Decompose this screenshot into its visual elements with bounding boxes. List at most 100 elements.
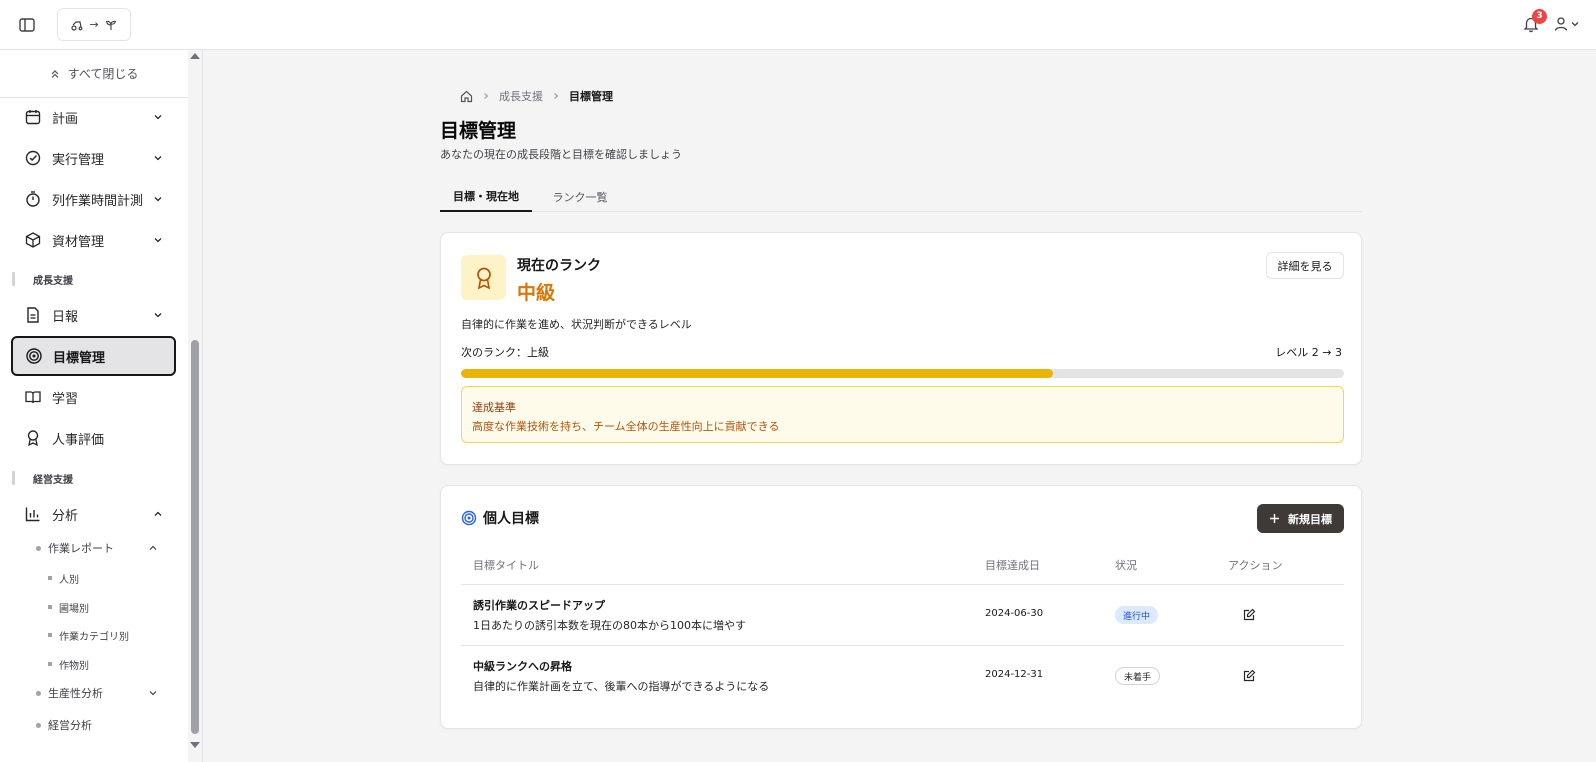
chevron-down-icon [154, 156, 162, 161]
section-label-growth: 成長支援 [12, 269, 73, 289]
sprout-icon [105, 20, 116, 30]
chevron-down-icon [1571, 22, 1579, 27]
sidebar-subitem-by-person[interactable]: 人別 [48, 566, 168, 590]
tractor-icon [71, 20, 83, 31]
breadcrumb: 成長支援 目標管理 [460, 88, 613, 104]
goal-description: 自律的に作業計画を立て、後輩への指導ができるようになる [473, 680, 770, 693]
award-icon [27, 430, 39, 447]
status-badge: 進行中 [1115, 606, 1159, 624]
view-details-button[interactable]: 詳細を見る [1266, 252, 1344, 279]
sidebar-item-label: 計画 [52, 111, 79, 127]
new-goal-button[interactable]: 新規目標 [1257, 504, 1344, 533]
document-icon [27, 307, 39, 323]
chevron-down-icon [154, 197, 162, 202]
sidebar-item-plan[interactable]: 計画 [12, 98, 176, 136]
goal-title: 誘引作業のスピードアップ [473, 599, 605, 612]
scroll-down-arrow[interactable] [190, 742, 200, 748]
breadcrumb-current: 目標管理 [569, 90, 613, 103]
scroll-up-arrow[interactable] [190, 53, 200, 59]
current-rank-card: 現在のランク 中級 詳細を見る 自律的に作業を進め、状況判断ができるレベル 次の… [440, 232, 1362, 465]
sidebar-item-daily-report[interactable]: 日報 [12, 296, 176, 334]
rank-value: 中級 [517, 282, 556, 304]
subitem-label: 人別 [59, 574, 79, 586]
top-header: → 3 [0, 0, 1596, 50]
home-icon[interactable] [460, 90, 473, 103]
sidebar-item-goals[interactable]: 目標管理 [11, 336, 176, 376]
sidebar-subitem-by-field[interactable]: 圃場別 [48, 595, 168, 619]
user-icon [1554, 17, 1568, 31]
sidebar-item-label: 人事評価 [52, 432, 105, 448]
rank-progress-fill [461, 369, 1053, 378]
collapse-all-button[interactable]: すべて閉じる [0, 50, 188, 98]
bullet-dot [48, 576, 52, 580]
sidebar-toggle-icon[interactable] [18, 16, 36, 34]
sidebar-item-materials[interactable]: 資材管理 [12, 221, 176, 259]
chevron-up-icon [154, 511, 162, 516]
logo-arrow: → [89, 18, 99, 31]
sidebar-item-execution[interactable]: 実行管理 [12, 139, 176, 177]
status-badge: 未着手 [1115, 667, 1161, 685]
chevron-down-icon [149, 691, 157, 696]
collapse-all-label: すべて閉じる [67, 67, 139, 81]
sidebar-subitem-by-category[interactable]: 作業カテゴリ別 [48, 623, 168, 647]
bullet-dot [48, 662, 52, 666]
chevron-down-icon [154, 115, 162, 120]
sidebar-subitem-by-crop[interactable]: 作物別 [48, 652, 168, 676]
plus-icon [1270, 514, 1279, 523]
sidebar-item-label: 学習 [52, 391, 79, 407]
subitem-label: 作業レポート [48, 542, 114, 555]
tab-bar: 目標・現在地 ランク一覧 [440, 182, 1362, 212]
user-menu[interactable] [1554, 15, 1584, 33]
scroll-thumb[interactable] [191, 340, 199, 734]
book-icon [25, 391, 41, 404]
chevron-right-icon [554, 93, 559, 99]
level-indicator: レベル 2 → 3 [1275, 346, 1342, 359]
next-rank-label: 次のランク：上級 [461, 346, 549, 359]
sidebar-subitem-management-analysis[interactable]: 経営分析 [36, 712, 166, 738]
edit-icon[interactable] [1242, 669, 1256, 683]
sidebar-item-time-measure[interactable]: 列作業時間計測 [12, 180, 176, 218]
rank-icon-box [461, 255, 506, 300]
column-header-action: アクション [1228, 559, 1283, 572]
breadcrumb-parent[interactable]: 成長支援 [499, 88, 543, 104]
sidebar-subitem-work-report[interactable]: 作業レポート [36, 535, 166, 561]
sidebar-item-label: 実行管理 [52, 152, 105, 168]
rank-description: 自律的に作業を進め、状況判断ができるレベル [461, 318, 692, 331]
sidebar-item-learning[interactable]: 学習 [12, 378, 176, 416]
goals-heading: 個人目標 [461, 508, 539, 528]
rank-heading: 現在のランク [517, 258, 601, 274]
goal-date: 2024-06-30 [985, 608, 1044, 619]
subitem-label: 作業カテゴリ別 [59, 631, 129, 643]
sidebar-item-evaluation[interactable]: 人事評価 [12, 419, 176, 457]
subitem-label: 圃場別 [59, 603, 89, 615]
section-label-management: 経営支援 [12, 468, 73, 488]
criteria-box: 達成基準 高度な作業技術を持ち、チーム全体の生産性向上に貢献できる [461, 386, 1344, 443]
sidebar-item-label: 日報 [52, 309, 79, 325]
bullet-dot [36, 545, 41, 551]
page-subtitle: あなたの現在の成長段階と目標を確認しましょう [440, 148, 682, 161]
bullet-dot [36, 690, 41, 696]
rank-progress-bar [461, 369, 1344, 378]
app-logo[interactable]: → [57, 8, 131, 41]
package-icon [25, 232, 41, 248]
sidebar-scrollbar[interactable] [188, 50, 202, 762]
target-icon [461, 510, 477, 526]
tab-rank-list[interactable]: ランク一覧 [540, 182, 620, 212]
column-header-date: 目標達成日 [985, 559, 1040, 572]
edit-icon[interactable] [1242, 608, 1256, 622]
subitem-label: 経営分析 [48, 719, 92, 732]
table-row: 中級ランクへの昇格 自律的に作業計画を立て、後輩への指導ができるようになる 20… [461, 645, 1344, 706]
column-header-status: 状況 [1115, 559, 1137, 572]
sidebar-item-analysis[interactable]: 分析 [12, 495, 176, 533]
chevrons-up-icon [51, 69, 59, 78]
sidebar-subitem-productivity[interactable]: 生産性分析 [36, 680, 166, 706]
goal-date: 2024-12-31 [985, 669, 1044, 680]
tab-goals-current[interactable]: 目標・現在地 [440, 182, 532, 212]
sidebar-item-label: 資材管理 [52, 234, 105, 250]
sidebar-item-label: 目標管理 [53, 350, 106, 366]
sidebar-item-label: 列作業時間計測 [52, 193, 144, 209]
criteria-title: 達成基準 [472, 401, 516, 414]
bullet-dot [36, 722, 41, 728]
check-circle-icon [25, 150, 41, 166]
goal-description: 1日あたりの誘引本数を現在の80本から100本に増やす [473, 619, 746, 632]
